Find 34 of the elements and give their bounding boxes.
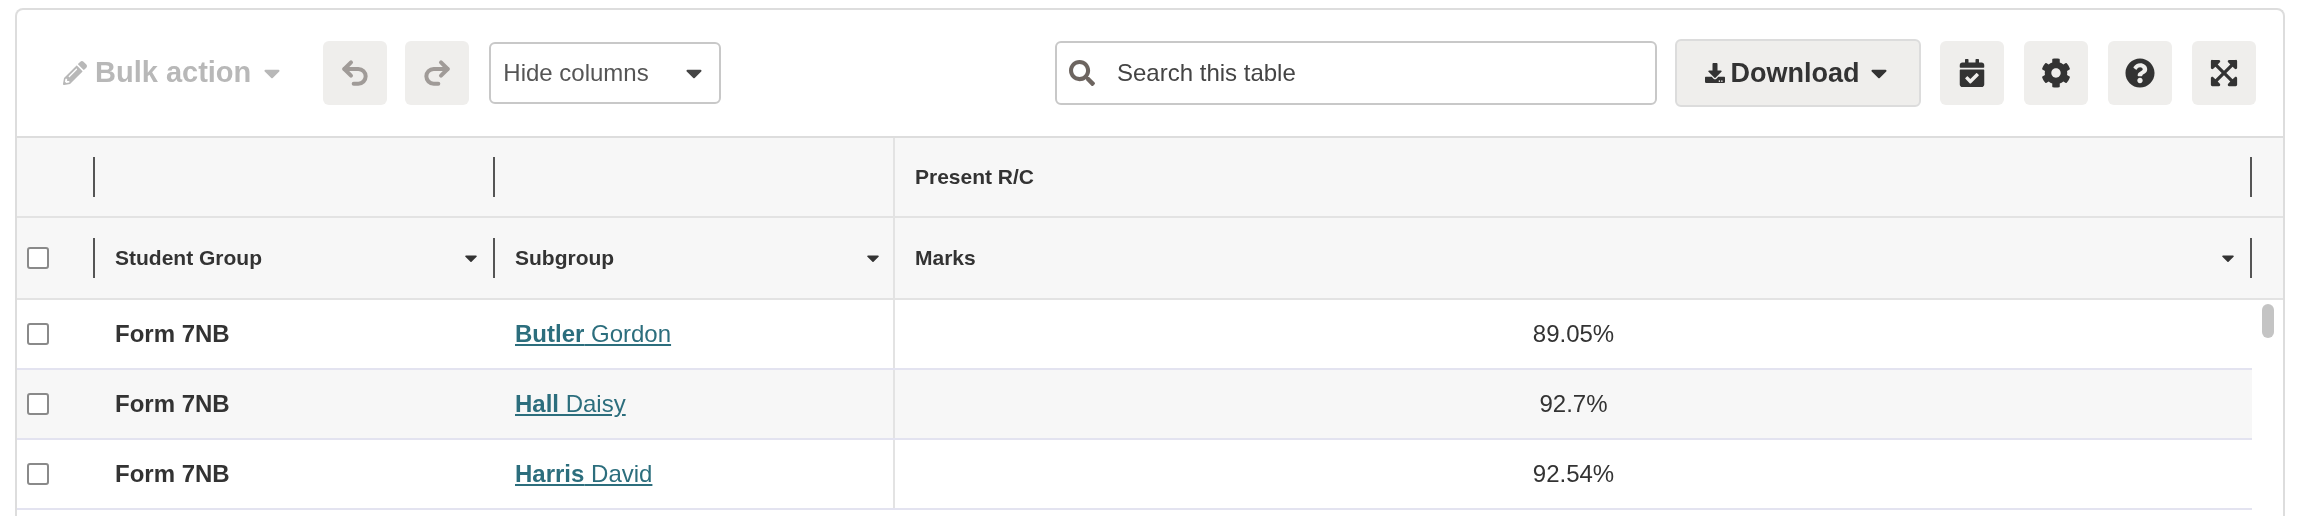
student-link[interactable]: Butler Gordon: [515, 316, 672, 352]
table-cell-text: Form 7NB: [115, 319, 230, 349]
checkbox[interactable]: [27, 247, 49, 269]
expand-icon: [2209, 58, 2239, 88]
column-header[interactable]: Subgroup: [515, 242, 615, 274]
table-cell-text: 92.7%: [1539, 389, 1608, 419]
redo-button[interactable]: [405, 41, 470, 105]
column-header[interactable]: Marks: [915, 242, 976, 274]
checkbox[interactable]: [27, 463, 49, 485]
table-cell-text: Form 7NB: [115, 459, 230, 489]
fullscreen-button[interactable]: [2192, 41, 2256, 105]
table-cell-text: 89.05%: [1532, 319, 1615, 349]
help-button[interactable]: [2108, 41, 2172, 105]
download-icon: [1704, 63, 1725, 83]
student-link[interactable]: Hall Daisy: [515, 386, 626, 422]
checkbox[interactable]: [27, 323, 49, 345]
calendar-check-button[interactable]: [1940, 41, 2004, 105]
hide-columns-dropdown[interactable]: Hide columns: [489, 42, 722, 104]
settings-button[interactable]: [2024, 41, 2088, 105]
checkbox[interactable]: [27, 393, 49, 415]
download-button[interactable]: Download: [1675, 39, 1921, 107]
undo-button[interactable]: [323, 41, 388, 105]
scrollbar-thumb[interactable]: [2261, 304, 2274, 338]
table-cell-text: 92.54%: [1532, 459, 1615, 489]
student-link[interactable]: Harris David: [515, 456, 653, 492]
column-group-header: Present R/C: [915, 164, 1035, 191]
pencil-icon: [63, 61, 87, 85]
calendar-check-icon: [1958, 59, 1986, 87]
table-cell-text: Form 7NB: [115, 389, 230, 419]
help-icon: [2125, 58, 2155, 88]
column-header[interactable]: Student Group: [115, 242, 262, 274]
search-icon: [1069, 60, 1095, 86]
settings-icon: [2041, 58, 2071, 88]
search-field[interactable]: Search this table: [1055, 41, 1657, 105]
